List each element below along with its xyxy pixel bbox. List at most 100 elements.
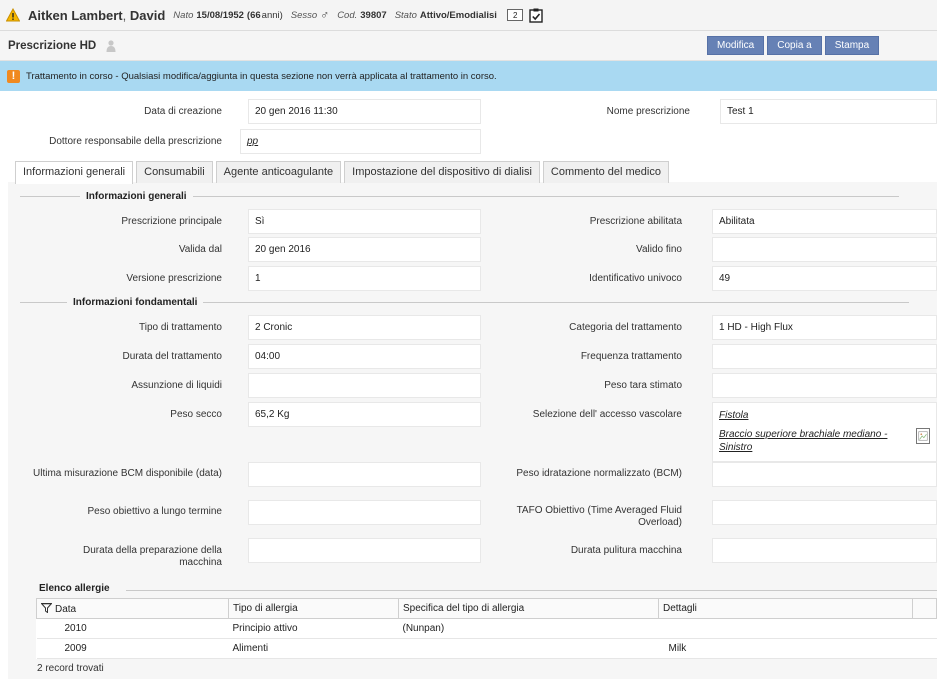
prescription-version-label: Versione prescrizione xyxy=(126,273,222,284)
male-icon: ♂ xyxy=(320,8,330,22)
table-cell xyxy=(398,638,659,659)
tab-doctor-comment[interactable]: Commento del medico xyxy=(542,161,669,183)
bcm-weight-label: Peso idratazione normalizzato (BCM) xyxy=(516,468,682,479)
estimated-tare-field[interactable] xyxy=(712,373,937,398)
notification-badge[interactable]: 2 xyxy=(506,9,524,21)
filter-icon[interactable] xyxy=(40,602,53,613)
table-cell: (Nunpan) xyxy=(398,618,659,639)
prescription-name-field[interactable]: Test 1 xyxy=(720,99,937,124)
section-title: Prescrizione HD xyxy=(8,39,97,52)
heading-rule-right xyxy=(192,195,899,197)
valid-to-field[interactable] xyxy=(712,237,937,262)
copy-to-button[interactable]: Copia a xyxy=(767,36,822,55)
treatment-frequency-label: Frequenza trattamento xyxy=(580,351,682,362)
column-header-allergy-type[interactable]: Tipo di allergia xyxy=(228,598,399,619)
tab-dialysis-device[interactable]: Impostazione del dispositivo di dialisi xyxy=(344,161,540,183)
prescription-enabled-field[interactable]: Abilitata xyxy=(712,209,937,234)
prescription-name-label: Nome prescrizione xyxy=(606,106,690,117)
table-cell: 2009 xyxy=(36,638,229,659)
dry-weight-field[interactable]: 65,2 Kg xyxy=(248,402,481,427)
bcm-date-field[interactable] xyxy=(248,462,481,487)
patient-status: Attivo/Emodialisi xyxy=(419,9,497,21)
bcm-weight-field[interactable] xyxy=(712,462,937,487)
patient-name[interactable]: Aitken Lambert, David xyxy=(28,8,165,23)
general-info-heading-text: Informazioni generali xyxy=(86,190,187,202)
valid-to-label: Valido fino xyxy=(636,244,682,255)
column-header-allergy-spec[interactable]: Specifica del tipo di allergia xyxy=(398,598,659,619)
table-cell xyxy=(912,638,937,659)
heading-rule-left xyxy=(20,195,80,197)
column-header-date[interactable]: Data xyxy=(36,598,229,619)
liquid-intake-field[interactable] xyxy=(248,373,481,398)
creation-date-label: Data di creazione xyxy=(144,106,222,117)
unique-id-field[interactable]: 49 xyxy=(712,266,937,291)
table-cell xyxy=(658,618,913,639)
section-header: Prescrizione HD Modifica Copia a Stampa xyxy=(0,31,937,61)
machine-clean-label: Durata pulitura macchina xyxy=(570,545,682,556)
edit-button[interactable]: Modifica xyxy=(707,36,765,55)
target-weight-label: Peso obiettivo a lungo termine xyxy=(87,506,222,517)
valid-from-label: Valida dal xyxy=(178,244,222,255)
patient-age-unit: anni) xyxy=(261,9,283,21)
warning-icon xyxy=(6,8,20,22)
born-label: Nato xyxy=(173,9,194,21)
target-weight-field[interactable] xyxy=(248,500,481,525)
tab-bar: Informazioni generali Consumabili Agente… xyxy=(15,161,669,184)
patient-header: Aitken Lambert, David Nato 15/08/1952 (6… xyxy=(0,0,937,31)
main-prescription-field[interactable]: Sì xyxy=(248,209,481,234)
column-header-date-label: Data xyxy=(55,603,77,615)
info-banner: ! Trattamento in corso - Qualsiasi modif… xyxy=(0,61,937,91)
allergy-list-title: Elenco allergie xyxy=(39,583,110,594)
tab-consumables[interactable]: Consumabili xyxy=(136,161,213,183)
treatment-category-field[interactable]: 1 HD - High Flux xyxy=(712,315,937,340)
allergy-heading-rule xyxy=(126,590,937,591)
estimated-tare-label: Peso tara stimato xyxy=(604,380,682,391)
doctor-field[interactable]: pp xyxy=(240,129,481,154)
vascular-access-link-arm[interactable]: Braccio superiore brachiale mediano - Si… xyxy=(719,428,915,454)
table-cell: Alimenti xyxy=(228,638,399,659)
bcm-date-label: Ultima misurazione BCM disponibile (data… xyxy=(33,468,222,479)
treatment-frequency-field[interactable] xyxy=(712,344,937,369)
tab-general-info[interactable]: Informazioni generali xyxy=(15,161,134,184)
table-row[interactable]: 2010 Principio attivo (Nunpan) xyxy=(36,618,937,639)
dry-weight-label: Peso secco xyxy=(170,409,222,420)
patient-name-separator: , xyxy=(122,7,127,23)
heading-rule-right xyxy=(203,301,910,303)
treatment-duration-field[interactable]: 04:00 xyxy=(248,344,481,369)
person-icon xyxy=(106,39,116,52)
valid-from-field[interactable]: 20 gen 2016 xyxy=(248,237,481,262)
vascular-access-label: Selezione dell' accesso vascolare xyxy=(532,409,682,420)
column-header-details[interactable]: Dettagli xyxy=(658,598,913,619)
doctor-link[interactable]: pp xyxy=(247,136,258,147)
treatment-type-field[interactable]: 2 Cronic xyxy=(248,315,481,340)
machine-prep-label: Durata della preparazione della macchina xyxy=(83,545,222,568)
machine-clean-field[interactable] xyxy=(712,538,937,563)
banner-text: Trattamento in corso - Qualsiasi modific… xyxy=(26,70,497,82)
doctor-label: Dottore responsabile della prescrizione xyxy=(49,136,222,147)
liquid-intake-label: Assunzione di liquidi xyxy=(131,380,222,391)
fundamental-info-heading: Informazioni fondamentali xyxy=(20,296,910,308)
tab-anticoagulant[interactable]: Agente anticoagulante xyxy=(215,161,342,183)
creation-date-field[interactable]: 20 gen 2016 11:30 xyxy=(248,99,481,124)
patient-age: (66 xyxy=(246,9,261,21)
general-info-heading: Informazioni generali xyxy=(20,190,899,202)
patient-last-name: Aitken Lambert xyxy=(28,7,123,23)
alert-icon: ! xyxy=(7,69,20,83)
treatment-duration-label: Durata del trattamento xyxy=(122,351,223,362)
prescription-version-field[interactable]: 1 xyxy=(248,266,481,291)
unique-id-label: Identificativo univoco xyxy=(589,273,682,284)
machine-prep-field[interactable] xyxy=(248,538,481,563)
tafo-field[interactable] xyxy=(712,500,937,525)
main-prescription-label: Prescrizione principale xyxy=(121,216,222,227)
prescription-enabled-label: Prescrizione abilitata xyxy=(589,216,682,227)
clipboard-check-icon[interactable] xyxy=(529,8,544,23)
treatment-category-label: Categoria del trattamento xyxy=(569,322,682,333)
vascular-access-link-fistula[interactable]: Fistola xyxy=(719,409,936,422)
heading-rule-left xyxy=(20,301,67,303)
print-button[interactable]: Stampa xyxy=(824,36,880,55)
status-label: Stato xyxy=(394,9,417,21)
treatment-type-label: Tipo di trattamento xyxy=(138,322,222,333)
broken-image-icon[interactable] xyxy=(916,428,930,444)
allergy-table: Data Tipo di allergia Specifica del tipo… xyxy=(36,598,937,659)
table-row[interactable]: 2009 Alimenti Milk xyxy=(36,638,937,659)
